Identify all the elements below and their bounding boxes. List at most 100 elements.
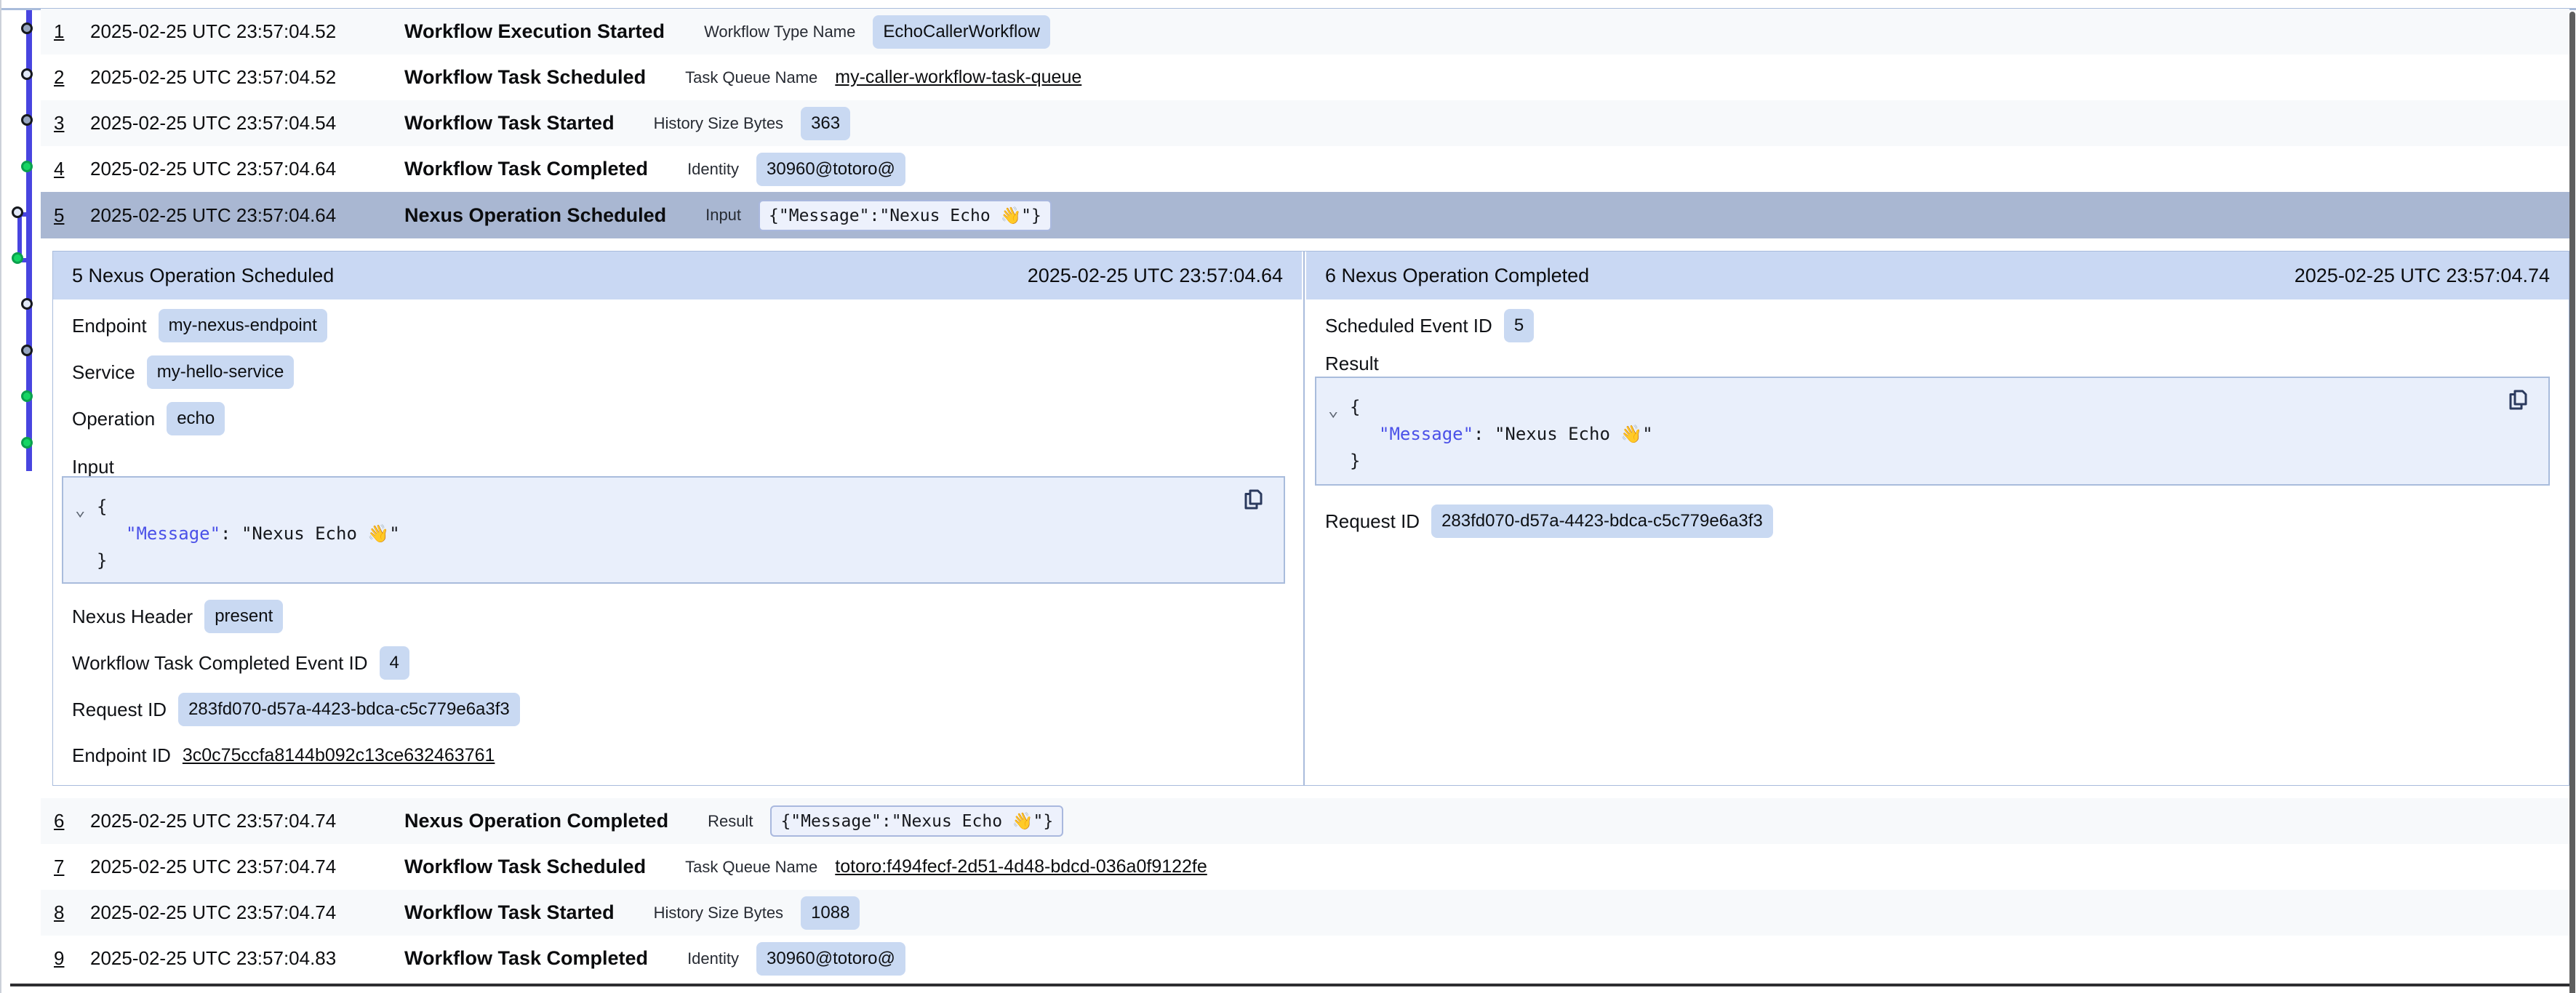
field-label: Workflow Task Completed Event ID — [72, 652, 368, 675]
json-line: } — [63, 547, 1284, 574]
event-name: Workflow Task Started — [404, 901, 615, 924]
result-payload-badge: {"Message":"Nexus Echo 👋"} — [770, 805, 1063, 837]
panel-header: 5 Nexus Operation Scheduled 2025-02-25 U… — [53, 252, 1302, 299]
task-queue-link[interactable]: totoro:f494fecf-2d51-4d48-bdcd-036a0f912… — [835, 856, 1207, 877]
event-name: Workflow Task Scheduled — [404, 66, 646, 89]
event-row-3[interactable]: 3 2025-02-25 UTC 23:57:04.54 Workflow Ta… — [41, 100, 2569, 146]
field-label: Endpoint — [72, 315, 147, 337]
event-row-6[interactable]: 6 2025-02-25 UTC 23:57:04.74 Nexus Opera… — [41, 798, 2569, 844]
timeline-dot-event-1[interactable] — [21, 23, 33, 34]
event-id-link[interactable]: 6 — [54, 810, 73, 832]
event-id-link[interactable]: 1 — [54, 20, 73, 43]
field-request-id: Request ID 283fd070-d57a-4423-bdca-c5c77… — [72, 693, 520, 726]
timeline-dot-event-8[interactable] — [21, 345, 33, 356]
input-section-label: Input — [72, 456, 114, 478]
field-endpoint: Endpoint my-nexus-endpoint — [72, 309, 327, 342]
event-timestamp: 2025-02-25 UTC 23:57:04.64 — [90, 204, 369, 227]
field-label: Endpoint ID — [72, 744, 171, 767]
field-request-id: Request ID 283fd070-d57a-4423-bdca-c5c77… — [1325, 504, 1773, 538]
event-timestamp: 2025-02-25 UTC 23:57:04.74 — [90, 810, 369, 832]
event-timestamp: 2025-02-25 UTC 23:57:04.54 — [90, 112, 369, 134]
field-label: Operation — [72, 408, 155, 430]
event-attr-label: Result — [708, 812, 753, 831]
timeline-dot-event-5[interactable] — [12, 206, 23, 218]
event-id-link[interactable]: 2 — [54, 66, 73, 89]
event-attr-label: Identity — [687, 160, 739, 179]
event-row-9[interactable]: 9 2025-02-25 UTC 23:57:04.83 Workflow Ta… — [41, 936, 2569, 981]
timeline-dot-event-9[interactable] — [21, 390, 33, 402]
field-label: Request ID — [72, 699, 167, 721]
timeline-dot-event-7[interactable] — [21, 298, 33, 310]
endpoint-id-link[interactable]: 3c0c75ccfa8144b092c13ce632463761 — [183, 745, 495, 766]
workflow-type-badge: EchoCallerWorkflow — [873, 15, 1050, 49]
timeline-dot-event-3[interactable] — [21, 114, 33, 126]
panel-title: 5 Nexus Operation Scheduled — [72, 265, 334, 287]
vertical-scrollbar-thumb[interactable] — [2569, 12, 2575, 993]
event-id-link[interactable]: 5 — [54, 204, 73, 227]
timeline-dot-event-4[interactable] — [21, 161, 33, 172]
json-line: "Message": "Nexus Echo 👋" — [63, 520, 1284, 547]
input-payload-badge: {"Message":"Nexus Echo 👋"} — [759, 200, 1052, 231]
event-id-link[interactable]: 4 — [54, 158, 73, 180]
event-row-8[interactable]: 8 2025-02-25 UTC 23:57:04.74 Workflow Ta… — [41, 890, 2569, 936]
event-row-2[interactable]: 2 2025-02-25 UTC 23:57:04.52 Workflow Ta… — [41, 55, 2569, 100]
field-scheduled-event-id: Scheduled Event ID 5 — [1325, 309, 1534, 342]
json-line: } — [1316, 448, 2548, 475]
event-timestamp: 2025-02-25 UTC 23:57:04.64 — [90, 158, 369, 180]
result-section-label: Result — [1325, 353, 1379, 375]
field-label: Nexus Header — [72, 606, 193, 628]
event-id-link[interactable]: 7 — [54, 856, 73, 878]
field-endpoint-id: Endpoint ID 3c0c75ccfa8144b092c13ce63246… — [72, 744, 495, 767]
input-json-viewer: ⌄ { "Message": "Nexus Echo 👋" } — [62, 476, 1285, 584]
event-timestamp: 2025-02-25 UTC 23:57:04.52 — [90, 66, 369, 89]
event-id-link[interactable]: 9 — [54, 947, 73, 970]
event-detail-panels: 5 Nexus Operation Scheduled 2025-02-25 U… — [52, 251, 2569, 786]
field-value-badge: present — [204, 600, 283, 633]
event-id-link[interactable]: 8 — [54, 901, 73, 924]
event-row-5-selected[interactable]: 5 2025-02-25 UTC 23:57:04.64 Nexus Opera… — [41, 192, 2569, 238]
timeline-dot-event-10[interactable] — [21, 437, 33, 449]
event-name: Nexus Operation Scheduled — [404, 204, 666, 227]
event-row-1[interactable]: 1 2025-02-25 UTC 23:57:04.52 Workflow Ex… — [41, 9, 2569, 55]
event-attr-label: Workflow Type Name — [704, 23, 855, 41]
copy-icon[interactable] — [1241, 486, 1268, 512]
event-name: Workflow Task Scheduled — [404, 856, 646, 878]
panel-nexus-operation-completed: 6 Nexus Operation Completed 2025-02-25 U… — [1306, 252, 2569, 785]
json-key: "Message" — [126, 523, 220, 544]
event-attr-label: History Size Bytes — [654, 114, 784, 133]
timeline-dot-event-2[interactable] — [21, 68, 33, 80]
field-value-badge: 5 — [1504, 309, 1534, 342]
field-value-badge: echo — [167, 402, 225, 435]
event-timestamp: 2025-02-25 UTC 23:57:04.74 — [90, 856, 369, 878]
json-line: { — [63, 494, 1284, 520]
event-attr-label: History Size Bytes — [654, 904, 784, 922]
task-queue-link[interactable]: my-caller-workflow-task-queue — [835, 67, 1081, 87]
field-value-badge: 283fd070-d57a-4423-bdca-c5c779e6a3f3 — [1431, 504, 1773, 538]
collapse-chevron-icon[interactable]: ⌄ — [75, 496, 85, 523]
panel-timestamp: 2025-02-25 UTC 23:57:04.64 — [1028, 265, 1283, 287]
event-row-7[interactable]: 7 2025-02-25 UTC 23:57:04.74 Workflow Ta… — [41, 844, 2569, 890]
event-id-link[interactable]: 3 — [54, 112, 73, 134]
event-name: Workflow Task Started — [404, 112, 615, 134]
identity-badge: 30960@totoro@ — [756, 153, 905, 186]
event-attr-label: Identity — [687, 949, 739, 968]
event-name: Workflow Execution Started — [404, 20, 665, 43]
event-attr-label: Task Queue Name — [685, 858, 817, 877]
event-name: Workflow Task Completed — [404, 947, 648, 970]
json-value: "Nexus Echo 👋" — [1495, 424, 1653, 444]
history-size-badge: 1088 — [801, 896, 860, 930]
event-history-view: 1 2025-02-25 UTC 23:57:04.52 Workflow Ex… — [0, 0, 2576, 993]
copy-icon[interactable] — [2506, 387, 2532, 413]
field-label: Request ID — [1325, 510, 1420, 533]
field-workflow-task-completed-event-id: Workflow Task Completed Event ID 4 — [72, 646, 409, 680]
collapse-chevron-icon[interactable]: ⌄ — [1328, 397, 1338, 424]
field-operation: Operation echo — [72, 402, 225, 435]
event-row-4[interactable]: 4 2025-02-25 UTC 23:57:04.64 Workflow Ta… — [41, 146, 2569, 192]
identity-badge: 30960@totoro@ — [756, 942, 905, 976]
json-line: "Message": "Nexus Echo 👋" — [1316, 421, 2548, 448]
field-label: Service — [72, 361, 135, 384]
panel-nexus-operation-scheduled: 5 Nexus Operation Scheduled 2025-02-25 U… — [53, 252, 1302, 785]
timeline-dot-event-6[interactable] — [12, 252, 23, 264]
history-size-badge: 363 — [801, 107, 850, 140]
field-value-badge: my-hello-service — [147, 355, 295, 389]
